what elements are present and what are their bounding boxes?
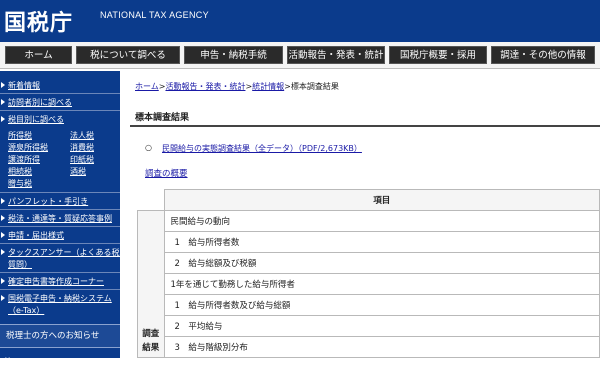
tax-item-withholding[interactable]: 源泉所得税 xyxy=(8,142,48,153)
divider xyxy=(0,192,120,193)
table-row: 調査結果 民間給与の動向 xyxy=(137,210,600,358)
divider xyxy=(0,289,120,290)
tax-item-inheritance[interactable]: 相続税 xyxy=(8,166,32,177)
table-cell: 1年を通じて勤務した給与所得者 xyxy=(163,273,600,295)
divider xyxy=(0,226,120,227)
nav-activity[interactable]: 活動報告・発表・統計 xyxy=(287,46,385,64)
nav-filing[interactable]: 申告・納税手続 xyxy=(184,46,283,64)
arrow-icon xyxy=(1,82,5,88)
table-row: 2 給与総額及び税額 xyxy=(138,252,600,274)
table-row: 1 給与所得者数 xyxy=(138,231,600,253)
sidebar: 新着情報 訪問者別に調べる 税目別に調べる 所得税 法人税 源泉所得税 消費税 … xyxy=(0,71,127,366)
tax-item-income[interactable]: 所得税 xyxy=(8,130,32,141)
arrow-icon xyxy=(1,215,5,221)
tax-item-gift[interactable]: 贈与税 xyxy=(8,178,32,189)
nav-tax-info[interactable]: 税について調べる xyxy=(76,46,180,64)
nav-other[interactable]: 調達・その他の情報 xyxy=(491,46,595,64)
table-row: 2 平均給与 xyxy=(138,315,600,337)
arrow-icon xyxy=(1,278,5,284)
category-cell: 調査結果 xyxy=(137,210,165,358)
tax-item-stamp[interactable]: 印紙税 xyxy=(70,154,94,165)
divider xyxy=(0,209,120,210)
sidebar-item-taxanswer[interactable]: タックスアンサー（よくある税の xyxy=(8,247,127,258)
tax-item-liquor[interactable]: 酒税 xyxy=(70,166,86,177)
sidebar-item-taxanswer-cont[interactable]: 質問） xyxy=(8,259,32,270)
arrow-icon xyxy=(1,232,5,238)
survey-overview-link[interactable]: 調査の概要 xyxy=(145,167,188,179)
table-header-row: 項目 xyxy=(137,189,600,211)
agency-logo-jp[interactable]: 国税庁 xyxy=(4,5,73,37)
divider xyxy=(0,272,120,273)
global-nav: ホーム 税について調べる 申告・納税手続 活動報告・発表・統計 国税庁概要・採用… xyxy=(0,42,600,69)
column-header-item: 項目 xyxy=(163,189,600,211)
table-row: 3 給与階級別分布 xyxy=(138,336,600,358)
sidebar-item-visitor[interactable]: 訪問者別に調べる xyxy=(8,97,72,108)
sidebar-item-etax[interactable]: 国税電子申告・納税システム xyxy=(8,293,112,304)
table-row: 1 給与所得者数及び給与総額 xyxy=(138,294,600,316)
title-underline xyxy=(130,125,600,127)
site-header: 国税庁 NATIONAL TAX AGENCY xyxy=(0,0,600,42)
sidebar-item-forms[interactable]: 申請・届出様式 xyxy=(8,230,64,241)
table-cell: 1 給与所得者数及び給与総額 xyxy=(163,294,600,316)
breadcrumb-current: 標本調査結果 xyxy=(290,82,339,91)
arrow-icon xyxy=(1,249,5,255)
breadcrumb-sep: > xyxy=(284,82,291,91)
page-title: 標本調査結果 xyxy=(135,113,190,123)
sidebar-item-pamphlet[interactable]: パンフレット・手引き xyxy=(8,196,88,207)
arrow-icon xyxy=(1,116,5,122)
sidebar-item-etax-cont[interactable]: （e-Tax） xyxy=(8,305,44,316)
arrow-icon xyxy=(1,295,5,301)
table-row: 1年を通じて勤務した給与所得者 xyxy=(138,273,600,295)
breadcrumb-activity[interactable]: 活動報告・発表・統計 xyxy=(165,82,245,91)
agency-logo-en: NATIONAL TAX AGENCY xyxy=(100,10,209,20)
nav-home[interactable]: ホーム xyxy=(5,46,72,64)
divider xyxy=(0,110,120,111)
bullet-icon: ○ xyxy=(145,143,152,152)
breadcrumb-home[interactable]: ホーム xyxy=(135,82,159,91)
category-label: 調査結果 xyxy=(142,329,160,353)
sidebar-item-filing-corner[interactable]: 確定申告書等作成コーナー xyxy=(8,276,104,287)
breadcrumb-stats[interactable]: 統計情報 xyxy=(252,82,284,91)
tax-item-corporate[interactable]: 法人税 xyxy=(70,130,94,141)
table-cell: 3 給与階級別分布 xyxy=(163,336,600,358)
arrow-icon xyxy=(1,198,5,204)
divider xyxy=(0,93,120,94)
arrow-icon xyxy=(1,99,5,105)
sidebar-item-news[interactable]: 新着情報 xyxy=(8,80,40,91)
table-cell: 民間給与の動向 xyxy=(163,210,600,232)
sidebar-item-tax-law[interactable]: 税法・通達等・質疑応答事例 xyxy=(8,213,112,224)
table-cell: 1 給与所得者数 xyxy=(163,231,600,253)
divider xyxy=(0,243,120,244)
breadcrumb: ホーム>活動報告・発表・統計>統計情報>標本調査結果 xyxy=(135,81,339,92)
report-pdf-link[interactable]: 民間給与の実態調査結果（全データ）（PDF/2,673KB） xyxy=(162,143,362,154)
sidebar-item-taxtype[interactable]: 税目別に調べる xyxy=(8,114,64,125)
table-corner xyxy=(137,189,164,211)
table-cell: 2 給与総額及び税額 xyxy=(163,252,600,274)
table-cell: 2 平均給与 xyxy=(163,315,600,337)
survey-table: 項目 調査結果 民間給与の動向 1 給与所得者数 2 給与総額及び税額 1年を通… xyxy=(137,189,600,358)
nav-about[interactable]: 国税庁概要・採用 xyxy=(389,46,487,64)
tax-item-transfer[interactable]: 譲渡所得 xyxy=(8,154,40,165)
tax-item-consumption[interactable]: 消費税 xyxy=(70,142,94,153)
tax-accountant-notice[interactable]: 税理士の方へのお知らせ xyxy=(0,324,120,348)
